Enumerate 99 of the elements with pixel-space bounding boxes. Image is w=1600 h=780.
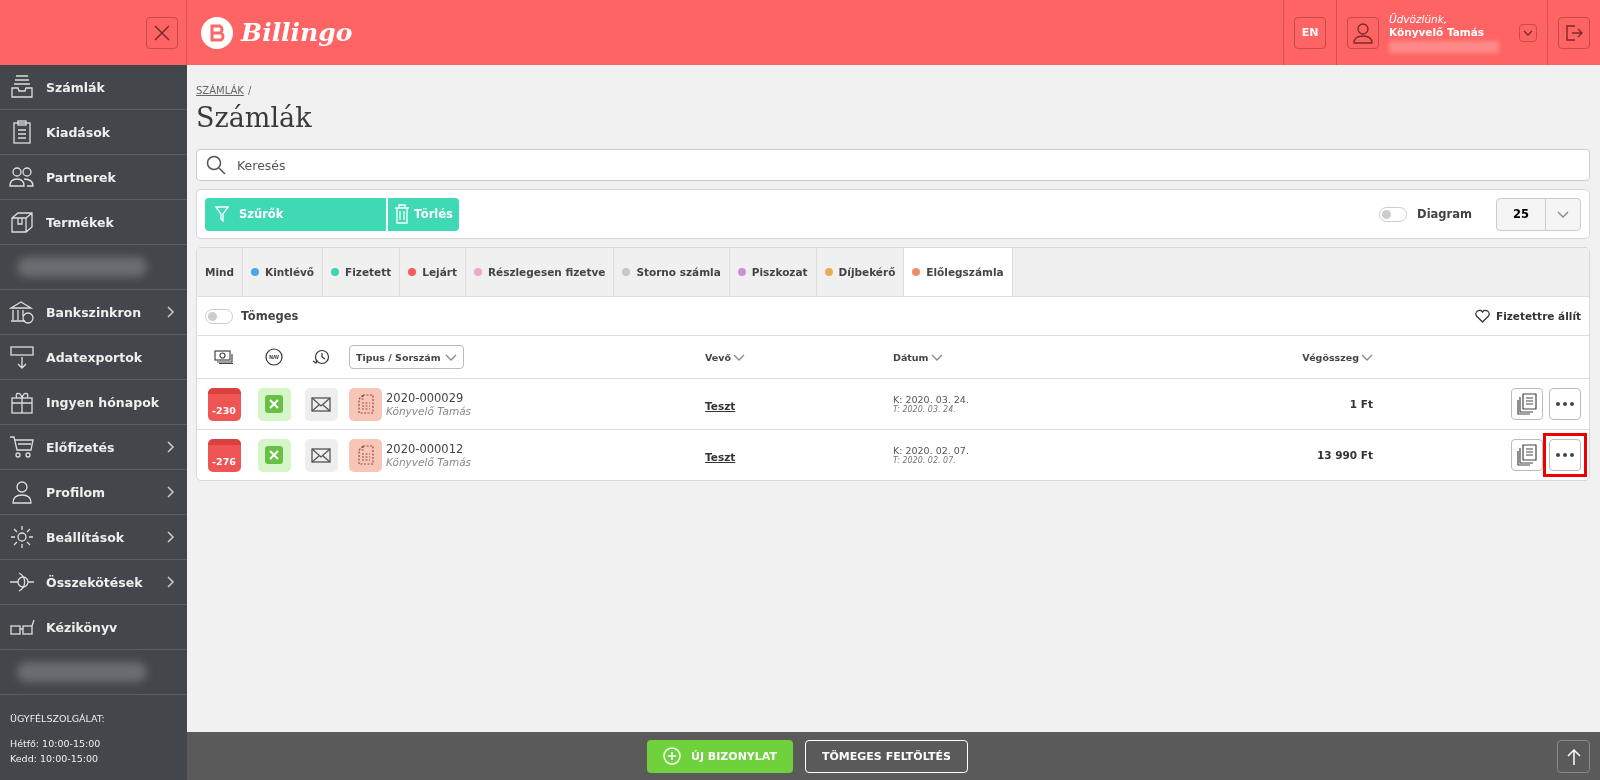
bulk-toggle[interactable] [205,308,233,324]
overdue-calendar-badge: -276 [207,438,241,472]
arrow-up-icon [1566,747,1581,766]
document-icon [349,438,382,472]
chevron-right-icon [167,576,175,588]
filter-tab[interactable]: Előlegszámla [904,248,1013,296]
sidebar-item[interactable]: Ingyen hónapok [0,380,187,425]
search-icon [206,155,226,175]
documents-icon [1517,393,1537,415]
total-amount: 1 Ft [1349,398,1373,410]
mark-paid-link[interactable]: Fizetettre állít [1474,309,1581,323]
search-field[interactable]: Keresés [196,149,1590,181]
chevron-down-icon [444,353,457,361]
chevron-right-icon [167,531,175,543]
more-button[interactable] [1549,388,1581,420]
chevron-right-icon [167,306,175,318]
envelope-icon [304,387,338,421]
logout-icon [1564,22,1584,43]
scroll-top-button[interactable] [1557,740,1590,773]
funnel-icon [215,206,229,222]
invoice-number[interactable]: 2020-000029 [386,391,472,405]
buyer-link[interactable]: Teszt [705,450,736,463]
diagram-toggle[interactable] [1379,206,1408,222]
page-title: Számlák [196,102,313,133]
close-icon [152,22,172,43]
sidebar-item[interactable]: Bankszinkron [0,290,187,335]
bulk-upload-button[interactable]: TÖMEGES FELTÖLTÉS [805,739,968,773]
breadcrumb-separator: / [247,85,252,96]
sort-header[interactable]: Vevő [705,351,893,363]
user-icon [9,480,35,504]
chevron-down-icon [1523,29,1533,36]
author-name: Könyvelő Tamás [386,456,472,468]
document-icon [349,387,382,421]
chevron-down-icon [1557,210,1569,218]
sidebar-item[interactable]: Adatexportok [0,335,187,380]
inbox-icon [9,75,35,99]
greeting-text: Üdvözlünk, [1389,12,1449,26]
toggle-label: Diagram [1417,207,1472,221]
more-button[interactable] [1549,439,1581,471]
logo-icon [201,16,233,49]
due-date: T: 2020. 03. 24. [893,405,957,414]
nav-status-icon [257,387,291,421]
clock-icon [312,348,330,366]
filter-tab[interactable]: Mind [197,248,244,296]
total-amount: 13 990 Ft [1316,449,1373,461]
nav-status-icon [257,438,291,472]
sidebar-item[interactable]: Előfizetés [0,425,187,470]
type-sort-button[interactable]: Tipus / Sorszám [349,345,464,369]
support-hours: Kedd: 10:00-15:00 [10,753,100,764]
money-icon [214,350,234,364]
heart-icon [1474,309,1490,323]
sort-header[interactable]: Végösszeg [1302,351,1373,363]
chevron-right-icon [167,441,175,453]
breadcrumb-link[interactable]: SZÁMLÁK [196,85,244,96]
logout-button[interactable] [1558,16,1590,49]
support-title: ÜGYFÉLSZOLGÁLAT: [10,713,106,724]
sidebar-item[interactable]: Kézikönyv [0,605,187,650]
avatar-icon [1347,16,1379,49]
author-name: Könyvelő Tamás [386,405,472,417]
user-name: Könyvelő Tamás [1389,25,1486,39]
sidebar-item[interactable]: Összekötések [0,560,187,605]
logo-text: Billingo [241,18,353,47]
sidebar-item[interactable]: Beállítások [0,515,187,560]
chevron-right-icon [167,486,175,498]
trash-icon [394,204,410,224]
close-button[interactable] [146,16,178,49]
sort-header[interactable]: Dátum [893,351,1223,363]
copy-button[interactable] [1511,439,1543,471]
envelope-icon [304,438,338,472]
chevron-down-icon [930,353,943,361]
gift-icon [9,390,35,414]
due-date: T: 2020. 02. 07. [893,456,957,465]
dots-icon [1556,402,1574,406]
issue-date: K: 2020. 03. 24. [893,394,970,405]
overdue-calendar-badge: -230 [207,387,241,421]
sidebar-item[interactable]: Partnerek [0,155,187,200]
sidebar-item[interactable]: Kiadások [0,110,187,155]
dropdown-button[interactable] [1519,23,1537,42]
cart-icon [9,435,35,459]
buyer-link[interactable]: Teszt [705,399,736,412]
nav-icon [265,348,283,366]
support-hours: Hétfő: 10:00-15:00 [10,738,102,749]
people-icon [9,165,35,189]
dots-icon [1556,453,1574,457]
chevron-down-icon [1361,353,1373,361]
sidebar-item[interactable]: Profilom [0,470,187,515]
toggle-label: Tömeges [241,309,299,323]
sidebar-item[interactable]: Termékek [0,200,187,245]
invoice-number[interactable]: 2020-000012 [386,442,472,456]
documents-icon [1517,444,1537,466]
sidebar-item[interactable]: Számlák [0,65,187,110]
copy-button[interactable] [1511,388,1543,420]
page-size-select[interactable]: 25 [1496,197,1581,231]
chevron-down-icon [733,353,745,361]
box-icon [9,210,35,234]
plus-circle-icon [663,747,681,765]
bank-icon [9,300,35,324]
export-icon [9,345,35,369]
issue-date: K: 2020. 02. 07. [893,445,970,456]
